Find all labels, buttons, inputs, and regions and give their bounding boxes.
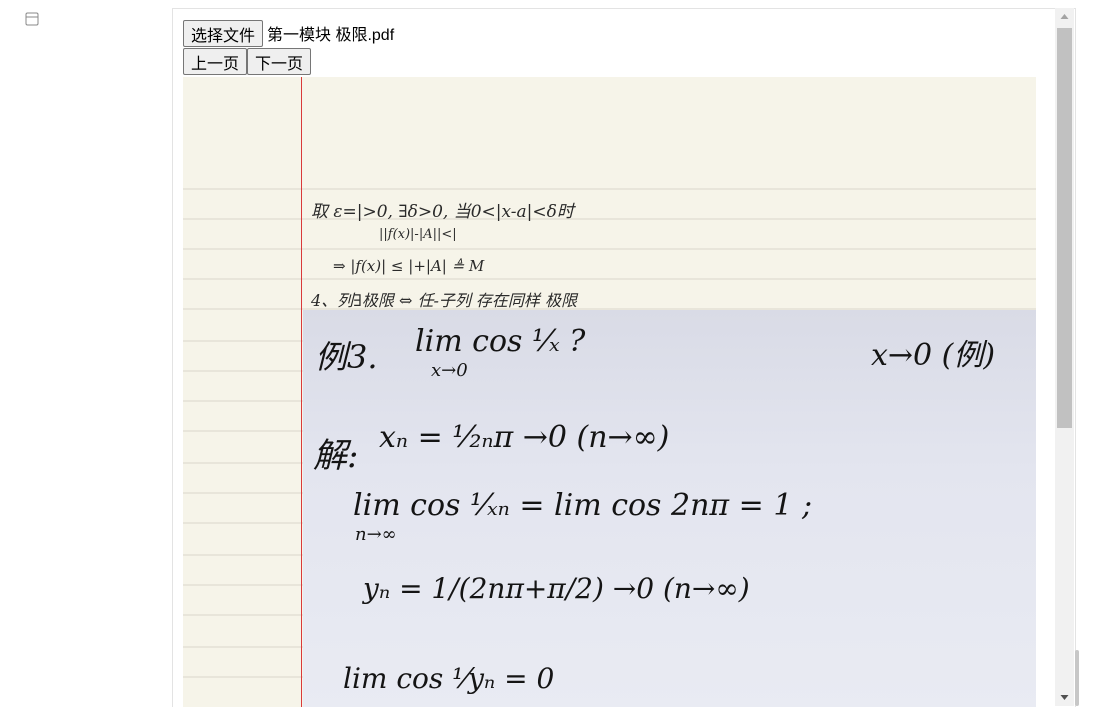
note-line-1: 取 ε=|>0, ∃δ>0, 当0<|x-a|<δ时 (311, 202, 574, 222)
note-line-3: ⇒ |f(x)| ≤ |+|A| ≜ M (333, 257, 485, 275)
choose-file-button[interactable]: 选择文件 (183, 19, 264, 47)
solution-line-1: xₙ = ¹⁄₂ₙπ →0 (n→∞) (379, 420, 670, 455)
solution-label: 解: (313, 436, 359, 476)
note-line-2: ||f(x)|-|A||<| (379, 227, 457, 242)
example-note: x→0 (例) (871, 338, 996, 373)
viewer-controls: 选择文件 第一模块 极限.pdf 上一页 下一页 (183, 19, 1036, 75)
solution-line-2-sub: n→∞ (355, 524, 397, 545)
page-nav-row: 上一页 下一页 (183, 47, 1036, 75)
viewer-scrollbar[interactable] (1055, 8, 1074, 706)
page-scrollbar-thumb[interactable] (1075, 650, 1079, 706)
pdf-viewer-panel: 选择文件 第一模块 极限.pdf 上一页 下一页 取 ε=|>0, ∃δ>0, … (172, 8, 1076, 707)
solution-line-4: lim cos ¹⁄yₙ = 0 (343, 662, 555, 695)
solution-line-3: yₙ = 1/(2nπ+π/2) →0 (n→∞) (363, 572, 750, 605)
note-line-4: 4、列∃极限 ⇔ 任-子列 存在同样 极限 (311, 291, 578, 310)
example-expression: lim cos ¹⁄ₓ ? (415, 324, 586, 359)
scrollbar-thumb[interactable] (1057, 28, 1072, 428)
panel-icon[interactable] (25, 12, 39, 26)
pdf-page: 取 ε=|>0, ∃δ>0, 当0<|x-a|<δ时 ||f(x)|-|A||<… (183, 77, 1036, 707)
next-page-button[interactable]: 下一页 (247, 47, 312, 75)
scroll-down-arrow-icon[interactable] (1055, 688, 1074, 706)
scroll-up-arrow-icon[interactable] (1055, 8, 1074, 26)
example-subscript: x→0 (431, 360, 468, 381)
example-title: 例3. (315, 338, 378, 376)
handwritten-photo: 例3. lim cos ¹⁄ₓ ? x→0 x→0 (例) 解: xₙ = ¹⁄… (303, 310, 1036, 707)
margin-line (301, 77, 302, 707)
file-row: 选择文件 第一模块 极限.pdf (183, 19, 1036, 47)
prev-page-button[interactable]: 上一页 (183, 47, 248, 75)
file-name: 第一模块 极限.pdf (267, 27, 395, 44)
solution-line-2: lim cos ¹⁄ₓₙ = lim cos 2nπ = 1 ; (353, 488, 813, 523)
